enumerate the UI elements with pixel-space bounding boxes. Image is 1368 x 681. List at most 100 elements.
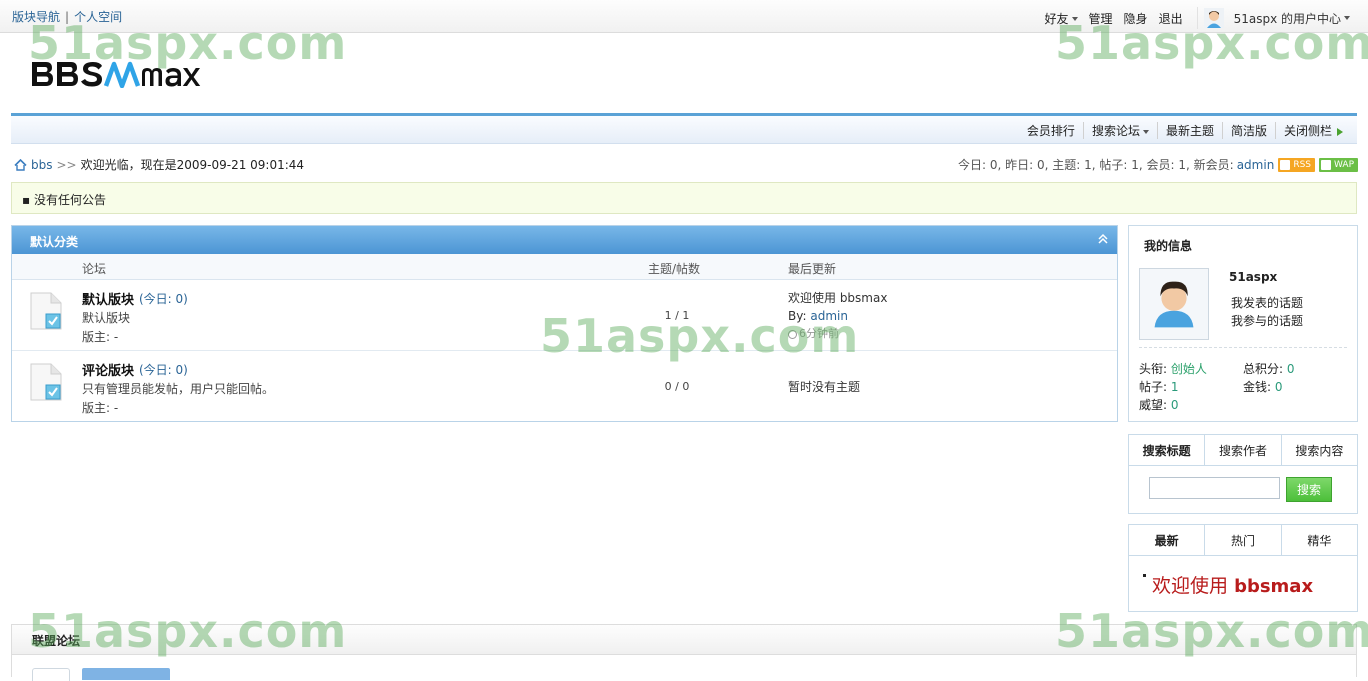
alliance-banner[interactable] [82, 668, 170, 680]
divider: | [65, 10, 70, 24]
prestige-label: 威望: [1139, 398, 1168, 412]
search-forum-label: 搜索论坛 [1091, 124, 1140, 138]
alliance-link[interactable] [32, 668, 70, 681]
stats-text: 今日: 0, 昨日: 0, 主题: 1, 帖子: 1, 会员: 1, 新会员: [958, 158, 1234, 172]
forum-moderator: 版主: - [82, 401, 119, 415]
divider [1139, 347, 1347, 348]
logout-link[interactable]: 退出 [1159, 10, 1183, 27]
invisible-link[interactable]: 隐身 [1124, 10, 1148, 27]
username[interactable]: 51aspx [1229, 270, 1277, 284]
latest-topic-brand: bbsmax [1234, 576, 1314, 597]
forum-status-icon [30, 292, 62, 330]
joined-topics-link[interactable]: 我参与的话题 [1231, 312, 1303, 329]
last-author-link[interactable]: admin [810, 309, 848, 323]
clock-icon [788, 329, 797, 339]
breadcrumb-bbs-link[interactable]: bbs [31, 158, 53, 172]
latest-topic-text: 欢迎使用 [1152, 575, 1229, 597]
posts-label: 帖子: [1139, 380, 1168, 394]
rss-label: RSS [1293, 159, 1311, 170]
money-field: 金钱: 0 [1243, 378, 1283, 395]
home-icon[interactable] [14, 158, 27, 171]
forum-row: 评论版块 (今日: 0) 只有管理员能发帖，用户只能回帖。 版主: - 0 / … [12, 351, 1117, 421]
forum-last-update: 暂时没有主题 [788, 378, 860, 396]
tab-best[interactable]: 精华 [1280, 525, 1357, 555]
forum-topic-post-count: 1 / 1 [664, 309, 690, 322]
wap-icon [1321, 159, 1331, 170]
alliance-header: 联盟论坛 [12, 625, 1356, 655]
alliance-title: 联盟论坛 [32, 634, 81, 648]
avatar[interactable] [1139, 268, 1209, 340]
wap-label: WAP [1334, 159, 1354, 170]
breadcrumb-arrow: >> [56, 157, 77, 172]
col-forum: 论坛 [82, 262, 107, 276]
rank-label: 头衔: [1139, 362, 1168, 376]
friends-menu[interactable]: 好友 [1045, 10, 1078, 27]
points-label: 总积分: [1243, 362, 1284, 376]
forum-row: 默认版块 (今日: 0) 默认版块 版主: - 1 / 1 欢迎使用 bbsma… [12, 280, 1117, 351]
tab-latest[interactable]: 最新 [1129, 525, 1205, 555]
last-by-label: By: [788, 309, 807, 323]
my-info-panel: 我的信息 51aspx 我发表的话题 我参与的话题 头衔: 创始人 总积分: 0… [1128, 225, 1358, 422]
tab-search-content[interactable]: 搜索内容 [1280, 435, 1357, 465]
bullet [1143, 574, 1146, 577]
rank-field: 头衔: 创始人 [1139, 360, 1207, 377]
forum-category: 默认分类 论坛 主题/帖数 最后更新 默认版块 (今日: 0) 默认版块 版主:… [11, 225, 1118, 422]
top-right-links: 好友 管理 隐身 退出 51aspx 的用户中心 [1034, 7, 1350, 29]
alliance-forums: 联盟论坛 [11, 624, 1357, 681]
forum-name-link[interactable]: 评论版块 [82, 360, 134, 379]
chevron-down-icon [1344, 16, 1350, 20]
col-topics-posts: 主题/帖数 [648, 262, 701, 276]
category-header[interactable]: 默认分类 [12, 226, 1117, 254]
category-title: 默认分类 [30, 235, 79, 249]
bbsmax-logo[interactable] [32, 60, 212, 88]
chevron-down-icon [1071, 17, 1078, 21]
breadcrumb: bbs >> 欢迎光临，现在是2009-09-21 09:01:44 [14, 156, 304, 173]
latest-topics-link[interactable]: 最新主题 [1156, 122, 1222, 139]
last-topic-link[interactable]: 欢迎使用 bbsmax [788, 291, 887, 305]
tab-search-title[interactable]: 搜索标题 [1129, 435, 1205, 465]
play-arrow-icon [1337, 127, 1343, 136]
my-topics-link[interactable]: 我发表的话题 [1231, 294, 1303, 311]
rank-value: 创始人 [1170, 362, 1207, 376]
board-nav-link[interactable]: 版块导航 [12, 10, 60, 24]
latest-tabs: 最新 热门 精华 [1129, 525, 1357, 556]
collapse-icon[interactable] [1098, 232, 1108, 246]
forum-description: 默认版块 [82, 311, 131, 325]
last-time: 6分钟前 [799, 327, 839, 340]
search-forum-menu[interactable]: 搜索论坛 [1082, 122, 1157, 139]
user-avatar-icon [1203, 8, 1224, 28]
my-info-title: 我的信息 [1144, 239, 1193, 253]
money-value: 0 [1274, 380, 1283, 394]
latest-topic-link[interactable]: 欢迎使用 bbsmax [1152, 571, 1313, 598]
forum-today-count: (今日: 0) [139, 363, 188, 377]
prestige-value: 0 [1170, 398, 1179, 412]
close-sidebar-label: 关闭侧栏 [1283, 124, 1332, 138]
search-tabs: 搜索标题 搜索作者 搜索内容 [1129, 435, 1357, 466]
top-left-links: 版块导航 | 个人空间 [12, 8, 122, 25]
points-field: 总积分: 0 [1243, 360, 1295, 377]
user-center-menu[interactable]: 51aspx 的用户中心 [1196, 7, 1350, 29]
wap-button[interactable]: WAP [1319, 157, 1358, 172]
new-member-link[interactable]: admin [1237, 158, 1275, 172]
chevron-down-icon [1142, 129, 1149, 134]
close-sidebar-button[interactable]: 关闭侧栏 [1274, 122, 1351, 139]
points-value: 0 [1286, 362, 1295, 376]
lite-version-link[interactable]: 简洁版 [1221, 122, 1275, 139]
tab-hot[interactable]: 热门 [1204, 525, 1281, 555]
sub-nav: 会员排行 搜索论坛 最新主题 简洁版 关闭侧栏 [11, 116, 1357, 144]
rss-button[interactable]: RSS [1278, 157, 1315, 172]
tab-search-author[interactable]: 搜索作者 [1204, 435, 1281, 465]
top-bar: 版块导航 | 个人空间 好友 管理 隐身 退出 51aspx 的用户中心 [0, 0, 1368, 33]
personal-space-link[interactable]: 个人空间 [74, 10, 122, 24]
member-ranking-link[interactable]: 会员排行 [1019, 122, 1083, 139]
search-button[interactable]: 搜索 [1286, 477, 1332, 502]
forum-description: 只有管理员能发帖，用户只能回帖。 [82, 382, 275, 396]
forum-name-link[interactable]: 默认版块 [82, 289, 134, 308]
no-topic-text: 暂时没有主题 [788, 380, 861, 394]
manage-link[interactable]: 管理 [1089, 10, 1113, 27]
search-panel: 搜索标题 搜索作者 搜索内容 搜索 [1128, 434, 1358, 514]
posts-value: 1 [1170, 380, 1179, 394]
forum-today-count: (今日: 0) [139, 292, 188, 306]
friends-label: 好友 [1044, 11, 1069, 26]
search-input[interactable] [1149, 477, 1280, 499]
